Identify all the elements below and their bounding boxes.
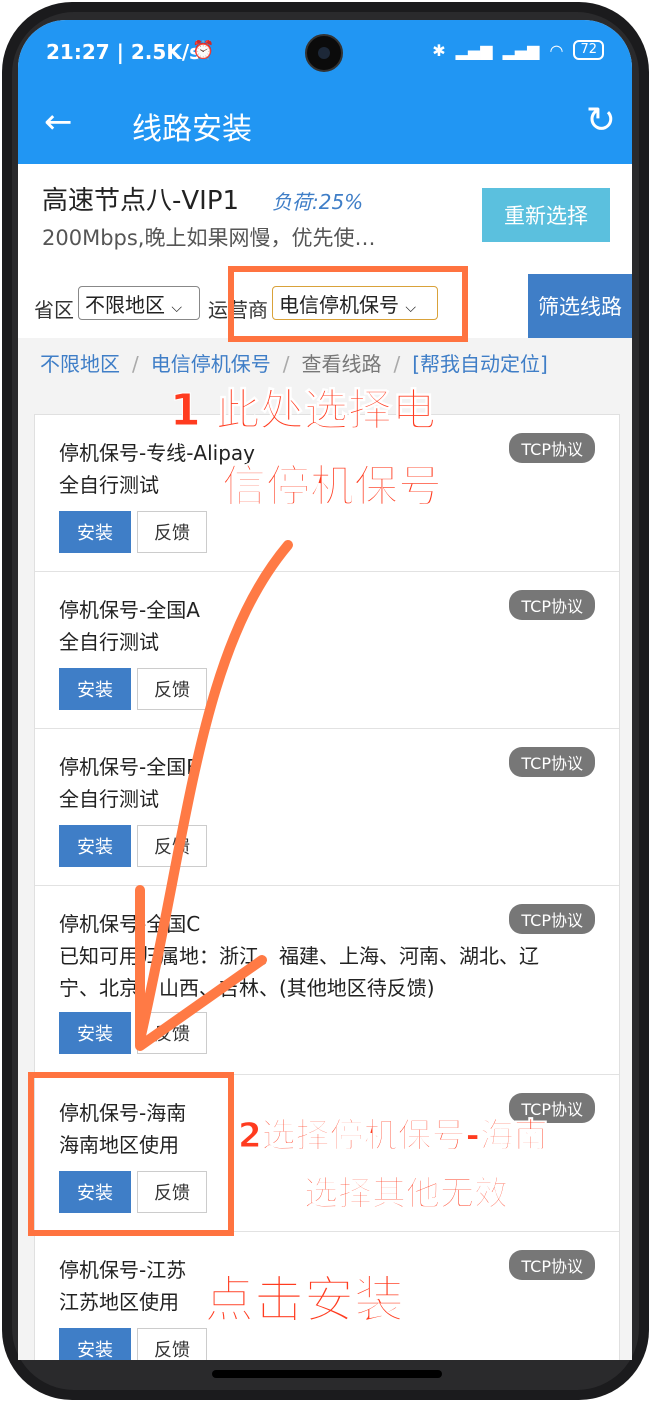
annotation-step2-line1: 2选择停机保号-海南 — [238, 1116, 549, 1157]
home-indicator[interactable] — [212, 1370, 442, 1378]
annotation-step2-line2: 选择其他无效 — [304, 1174, 509, 1215]
highlight-box-hainan — [28, 1072, 234, 1236]
highlight-box-carrier — [228, 266, 468, 342]
front-camera — [305, 34, 343, 72]
phone-frame: 21:27 | 2.5K/s ⏰ ✱ ▂▄▆ ▂▄▆ ◠ 72 ← 线路安装 ↻… — [0, 0, 655, 1405]
annotation-step1-line2: 信停机保号 — [222, 461, 443, 513]
annotation-step3: 点击安装 — [204, 1271, 405, 1330]
annotation-step1-line1: 1 此处选择电 — [170, 385, 437, 437]
